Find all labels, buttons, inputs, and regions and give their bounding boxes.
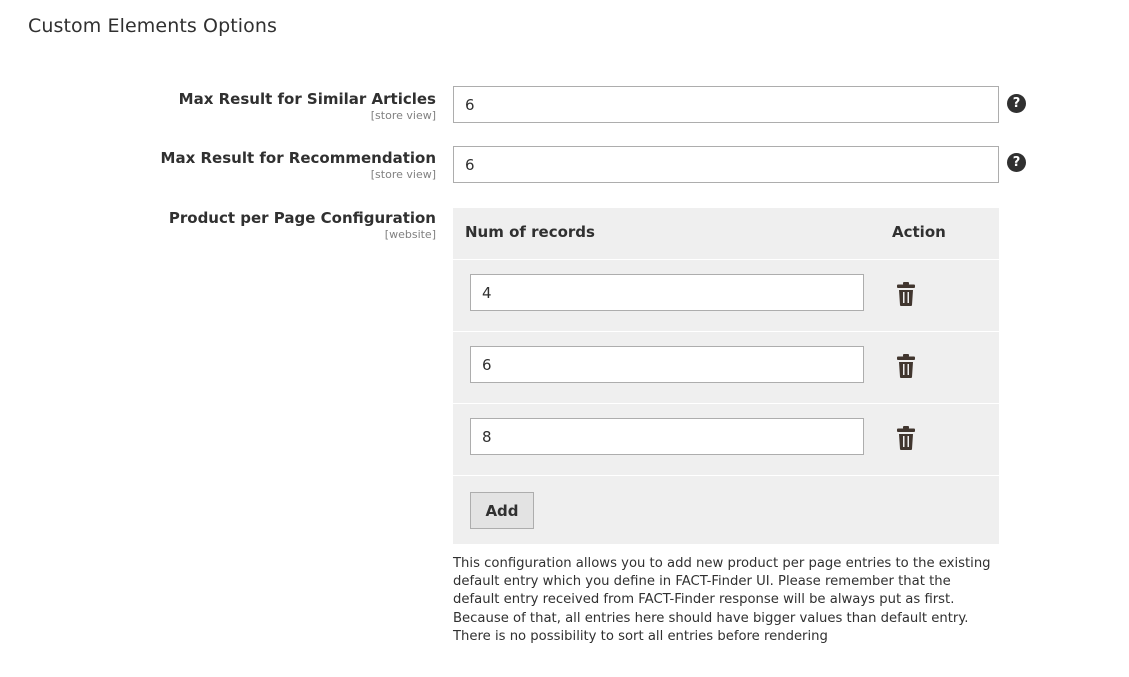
column-header-records: Num of records [465,223,595,241]
table-row [453,260,999,332]
product-per-page-label: Product per Page Configuration [168,209,436,227]
table-row [453,404,999,476]
similar-articles-label: Max Result for Similar Articles [178,90,436,108]
similar-articles-label-group: Max Result for Similar Articles [store v… [179,90,436,122]
trash-icon[interactable] [897,426,915,450]
records-input[interactable] [470,418,864,455]
config-page: Custom Elements Options Max Result for S… [0,0,1129,677]
table-row [453,332,999,404]
field-note: This configuration allows you to add new… [453,556,991,644]
recommendation-input[interactable] [453,146,999,183]
grid-footer: Add [453,476,999,544]
records-input[interactable] [470,346,864,383]
recommendation-label-group: Max Result for Recommendation [store vie… [161,149,436,181]
product-per-page-scope: [website] [384,228,436,241]
product-per-page-label-group: Product per Page Configuration [website] [169,209,436,241]
question-circle-icon[interactable]: ? [1007,153,1026,172]
trash-icon[interactable] [897,354,915,378]
recommendation-label: Max Result for Recommendation [160,149,436,167]
section-title: Custom Elements Options [28,15,278,37]
product-per-page-grid: Num of records Action 4 6 8 Add [453,208,999,544]
column-header-action: Action [892,223,946,241]
similar-articles-scope: [store view] [370,109,436,122]
similar-articles-input[interactable] [453,86,999,123]
trash-icon[interactable] [897,282,915,306]
recommendation-scope: [store view] [370,168,436,181]
grid-header: Num of records Action [453,208,999,260]
add-button[interactable]: Add [470,492,534,529]
question-circle-icon[interactable]: ? [1007,94,1026,113]
records-input[interactable] [470,274,864,311]
